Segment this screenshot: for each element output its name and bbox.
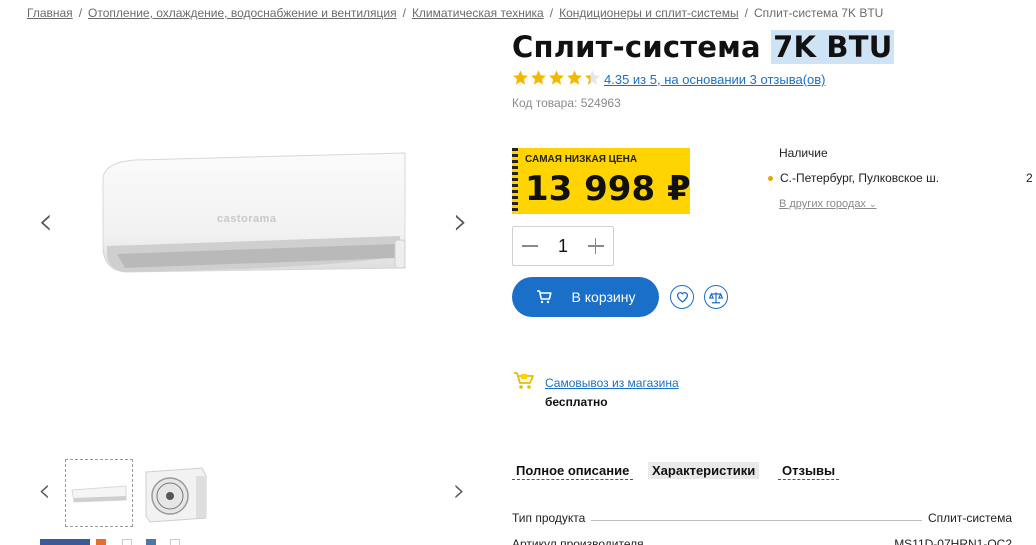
breadcrumb-home[interactable]: Главная xyxy=(27,6,73,20)
share-other-icon[interactable] xyxy=(122,539,132,545)
product-sku: Код товара: 524963 xyxy=(512,96,621,110)
heart-icon xyxy=(676,292,688,303)
thumbnail-outdoor-image xyxy=(145,467,207,523)
tab-reviews[interactable]: Отзывы xyxy=(778,462,840,480)
gallery-next-arrow-icon[interactable]: › xyxy=(453,202,468,240)
spec-row: Артикул производителя MS11D-07HRN1-QC2 xyxy=(512,537,1012,545)
star-partial-icon xyxy=(585,70,600,85)
price-stripe xyxy=(512,148,518,214)
availability-dot xyxy=(768,176,773,181)
share-vk-icon[interactable] xyxy=(146,539,156,545)
breadcrumb-climate[interactable]: Климатическая техника xyxy=(412,6,544,20)
spec-leader xyxy=(591,520,922,521)
rating-stars xyxy=(512,69,601,86)
star-full-icon xyxy=(567,70,582,85)
thumbnail-indoor-image xyxy=(71,485,127,503)
favorite-button[interactable] xyxy=(670,285,694,309)
star-full-icon xyxy=(531,70,546,85)
quantity-value[interactable]: 1 xyxy=(558,236,568,257)
product-title: Сплит-система 7K BTU xyxy=(512,30,895,64)
reviews-link[interactable]: 4.35 из 5, на основании 3 отзыва(ов) xyxy=(604,72,826,87)
tab-description[interactable]: Полное описание xyxy=(512,462,634,480)
add-to-cart-label: В корзину xyxy=(571,289,636,305)
breadcrumb: Главная / Отопление, охлаждение, водоснабж… xyxy=(27,6,884,20)
spec-name: Тип продукта xyxy=(512,511,586,525)
share-buttons xyxy=(40,539,220,545)
price-value: 13 998 ₽ xyxy=(525,169,691,209)
tab-characteristics[interactable]: Характеристики xyxy=(648,462,760,479)
thumbs-prev-arrow-icon[interactable]: ‹ xyxy=(38,474,51,506)
pickup-price: бесплатно xyxy=(545,395,608,409)
thumbnail-indoor-unit[interactable] xyxy=(65,459,133,527)
star-full-icon xyxy=(549,70,564,85)
breadcrumb-current: Сплит-система 7K BTU xyxy=(753,6,884,20)
chevron-down-icon: ⌄ xyxy=(869,199,877,209)
price-label: САМАЯ НИЗКАЯ ЦЕНА xyxy=(525,154,638,165)
other-cities-label: В других городах xyxy=(779,198,866,210)
spec-value: MS11D-07HRN1-QC2 xyxy=(894,537,1012,545)
plus-icon[interactable] xyxy=(587,237,605,255)
price-badge: САМАЯ НИЗКАЯ ЦЕНА 13 998 ₽ xyxy=(512,148,691,214)
add-to-cart-button[interactable]: В корзину xyxy=(512,277,659,317)
watermark-text: castorama xyxy=(217,213,277,225)
share-ok-icon[interactable] xyxy=(96,539,106,545)
pickup-link[interactable]: Самовывоз из магазина xyxy=(545,376,679,390)
star-full-icon xyxy=(513,70,528,85)
other-cities-link[interactable]: В других городах ⌄ xyxy=(779,198,877,210)
quantity-stepper: 1 xyxy=(512,226,614,266)
compare-button[interactable] xyxy=(704,285,728,309)
pickup-cart-icon xyxy=(514,372,534,389)
share-facebook-icon[interactable] xyxy=(40,539,90,545)
share-more-icon[interactable] xyxy=(170,539,180,545)
title-text: Сплит-система xyxy=(512,30,772,64)
breadcrumb-heating[interactable]: Отопление, охлаждение, водоснабжение и в… xyxy=(88,6,397,20)
spec-row: Тип продукта Сплит-система xyxy=(512,511,1012,525)
spec-name: Артикул производителя xyxy=(512,537,644,545)
cart-icon xyxy=(536,290,552,304)
availability-count: 2 xyxy=(1026,171,1033,185)
availability-store: С.-Петербург, Пулковское ш. xyxy=(780,171,940,185)
thumbs-next-arrow-icon[interactable]: › xyxy=(453,474,466,506)
availability-heading: Наличие xyxy=(779,146,828,160)
breadcrumb-conditioners[interactable]: Кондиционеры и сплит-системы xyxy=(559,6,739,20)
minus-icon[interactable] xyxy=(521,237,539,255)
spec-value: Сплит-система xyxy=(927,511,1012,525)
product-image: castorama xyxy=(102,152,406,273)
thumbnail-outdoor-unit[interactable] xyxy=(140,462,210,526)
title-highlight: 7K BTU xyxy=(771,30,895,64)
scales-icon xyxy=(709,291,723,303)
gallery-prev-arrow-icon[interactable]: ‹ xyxy=(38,202,53,240)
